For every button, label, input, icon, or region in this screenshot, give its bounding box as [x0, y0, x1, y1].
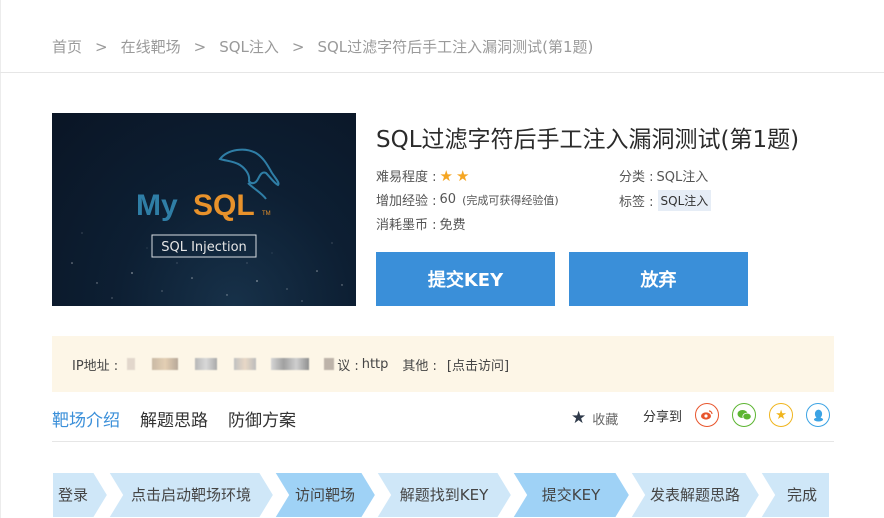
exp-row: 增加经验 : 60 (完成可获得经验值)	[376, 190, 559, 209]
star-icon: ★	[571, 408, 587, 428]
protocol-label: 议 :	[337, 358, 359, 374]
category-value[interactable]: SQL注入	[657, 166, 709, 185]
ip-label: IP地址 :	[72, 358, 119, 374]
breadcrumb: 首页 > 在线靶场 > SQL注入 > SQL过滤字符后手工注入漏洞测试(第1题…	[52, 36, 593, 57]
tags-row: 标签 : SQL注入	[619, 190, 712, 211]
protocol-value: http	[361, 356, 389, 372]
submit-key-button[interactable]: 提交KEY	[376, 252, 555, 306]
breadcrumb-current: SQL过滤字符后手工注入漏洞测试(第1题)	[317, 38, 594, 56]
visit-link[interactable]: [点击访问]	[447, 355, 509, 374]
difficulty-label: 难易程度 :	[376, 170, 437, 185]
tags-label: 标签 :	[619, 195, 654, 210]
share-label: 分享到	[643, 409, 683, 425]
breadcrumb-range[interactable]: 在线靶场	[121, 36, 181, 57]
mysql-logo-tm: TM	[262, 211, 271, 217]
coin-label: 消耗墨币 :	[376, 218, 437, 233]
exp-label: 增加经验 :	[376, 194, 437, 209]
tab-solution[interactable]: 解题思路	[140, 406, 208, 431]
star-icon: ★	[455, 166, 470, 185]
favorite-label: 收藏	[592, 412, 619, 428]
other-label: 其他 :	[402, 358, 437, 374]
redacted-ip	[124, 358, 337, 370]
tabs-divider	[52, 441, 834, 442]
coin-value: 免费	[439, 218, 466, 233]
step-label: 完成	[787, 486, 817, 504]
weibo-icon[interactable]	[695, 403, 720, 427]
exp-note: (完成可获得经验值)	[462, 193, 559, 207]
coin-row: 消耗墨币 : 免费	[376, 214, 466, 233]
environment-info-bar: IP地址 : 议 : http 其他 : [点击访问]	[52, 336, 834, 392]
category-row: 分类 : SQL注入	[619, 166, 708, 185]
difficulty-row: 难易程度 : ★ ★	[376, 166, 470, 186]
mysql-logo-sql: SQL	[193, 189, 255, 222]
breadcrumb-divider	[0, 72, 884, 73]
mysql-cover-art: My SQL TM SQL Injection	[71, 148, 343, 302]
breadcrumb-separator: >	[95, 37, 108, 56]
breadcrumb-separator: >	[193, 37, 207, 56]
breadcrumb-separator: >	[291, 37, 305, 56]
qzone-icon[interactable]: ★	[769, 403, 794, 427]
mysql-logo-my: My	[136, 189, 178, 222]
category-label: 分类 :	[619, 170, 654, 185]
cover-subtitle: SQL Injection	[161, 240, 247, 255]
breadcrumb-home[interactable]: 首页	[52, 36, 82, 57]
step-label: 点击启动靶场环境	[131, 486, 251, 504]
qq-icon[interactable]	[806, 403, 831, 427]
step-label: 提交KEY	[542, 486, 601, 504]
tag-chip[interactable]: SQL注入	[657, 190, 712, 211]
favorite-button[interactable]: ★ 收藏	[571, 408, 618, 428]
content-tabs: 靶场介绍 解题思路 防御方案	[52, 406, 316, 431]
progress-steps-graphic: 登录 点击启动靶场环境 访问靶场 解题找到KEY 提交KEY 发表解题思路 完成	[52, 472, 830, 518]
breadcrumb-category[interactable]: SQL注入	[219, 36, 279, 57]
step-label: 发表解题思路	[650, 486, 740, 504]
tab-intro[interactable]: 靶场介绍	[52, 406, 120, 431]
share-bar: 分享到 ★	[643, 403, 831, 427]
exp-value: 60	[439, 192, 457, 207]
abandon-button[interactable]: 放弃	[569, 252, 748, 306]
step-label: 访问靶场	[295, 486, 355, 504]
step-label: 解题找到KEY	[400, 486, 489, 504]
tab-defense[interactable]: 防御方案	[228, 406, 296, 431]
challenge-title: SQL过滤字符后手工注入漏洞测试(第1题)	[376, 127, 800, 153]
progress-steps: 登录 点击启动靶场环境 访问靶场 解题找到KEY 提交KEY 发表解题思路 完成	[52, 472, 830, 518]
left-border	[0, 0, 1, 518]
star-icon: ★	[439, 166, 453, 185]
wechat-icon[interactable]	[732, 403, 757, 427]
challenge-cover-image: My SQL TM SQL Injection	[52, 113, 356, 306]
step-label: 登录	[58, 486, 88, 504]
